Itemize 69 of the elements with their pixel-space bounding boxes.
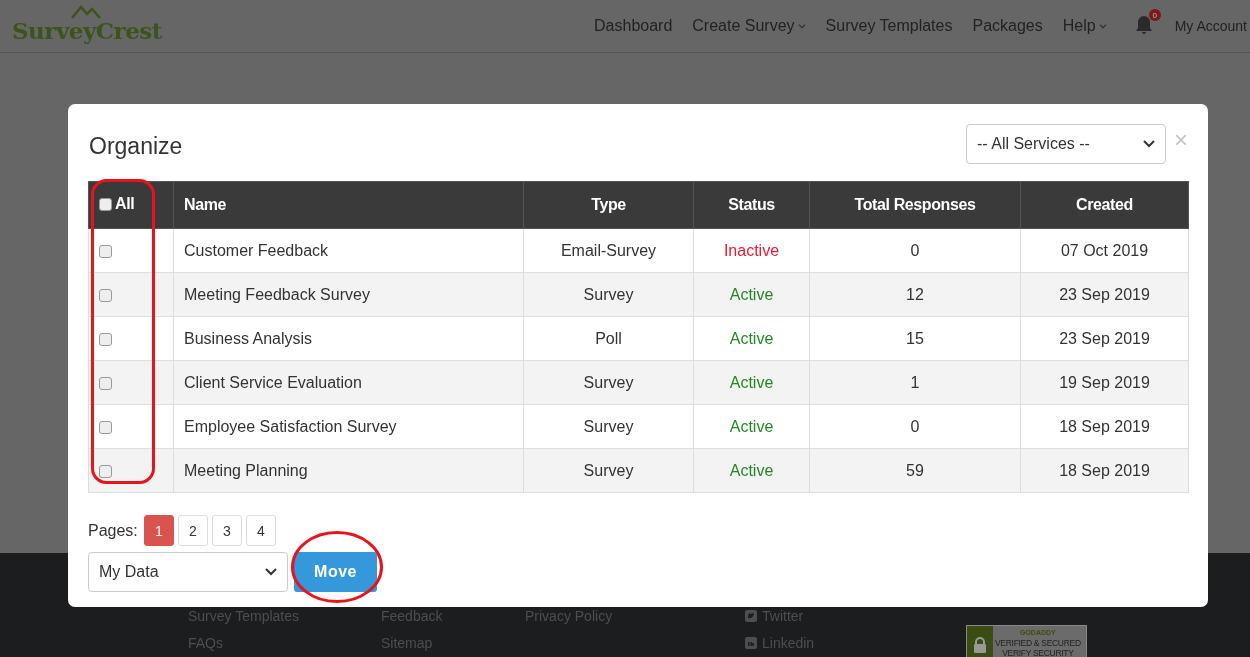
table-cell: Survey	[523, 360, 694, 405]
table-cell: Business Analysis	[173, 316, 524, 361]
badge-subtitle: VERIFY SECURITY	[1002, 648, 1074, 657]
nav-link[interactable]: Survey Templates	[825, 17, 953, 35]
table-cell: 23 Sep 2019	[1020, 272, 1189, 317]
status-cell: Inactive	[693, 228, 810, 273]
destination-select[interactable]: My Data	[88, 552, 288, 592]
account-menu[interactable]: My Account	[1174, 18, 1250, 34]
table-cell: Survey	[523, 404, 694, 449]
column-header: Total Responses	[809, 181, 1021, 229]
row-checkbox[interactable]	[99, 288, 112, 302]
linkedin-icon	[745, 637, 757, 649]
status-cell: Active	[693, 448, 810, 493]
table-cell: 15	[809, 316, 1021, 361]
table-cell: 0	[809, 228, 1021, 273]
mountain-icon	[70, 4, 102, 19]
logo[interactable]: SurveyCrest	[12, 8, 162, 44]
table-cell: Survey	[523, 272, 694, 317]
bird-icon	[745, 610, 757, 622]
table-cell: Client Service Evaluation	[173, 360, 524, 405]
table-cell: 0	[809, 404, 1021, 449]
dialog-title: Organize	[89, 132, 183, 160]
column-header: Status	[693, 181, 810, 229]
table-cell: Meeting Planning	[173, 448, 524, 493]
table-cell: 23 Sep 2019	[1020, 316, 1189, 361]
status-cell: Active	[693, 316, 810, 361]
nav-link[interactable]: Packages	[972, 17, 1043, 35]
nav-link[interactable]: Help	[1062, 17, 1107, 35]
table-cell: Meeting Feedback Survey	[173, 272, 524, 317]
column-header: Type	[523, 181, 694, 229]
page-button[interactable]: 1	[143, 515, 174, 546]
table-cell: Poll	[523, 316, 694, 361]
select-all-checkbox[interactable]: All	[99, 195, 135, 214]
table-cell: 18 Sep 2019	[1020, 448, 1189, 493]
table-cell: Customer Feedback	[173, 228, 524, 273]
table-cell: 12	[809, 272, 1021, 317]
table-cell: Survey	[523, 448, 694, 493]
nav-link[interactable]: Create Survey	[692, 17, 806, 35]
table-cell: 1	[809, 360, 1021, 405]
column-header: Created	[1020, 181, 1189, 229]
close-button[interactable]: ×	[1174, 126, 1188, 154]
page-button[interactable]: 3	[211, 515, 242, 546]
chevron-down-icon	[265, 568, 277, 576]
bell-icon[interactable]	[1134, 15, 1153, 35]
pages-label: Pages:	[88, 521, 138, 540]
status-cell: Active	[693, 360, 810, 405]
row-checkbox[interactable]	[99, 244, 112, 258]
status-cell: Active	[693, 404, 810, 449]
table-cell: 19 Sep 2019	[1020, 360, 1189, 405]
row-checkbox[interactable]	[99, 376, 112, 390]
notification-count: 0	[1148, 9, 1161, 21]
row-checkbox[interactable]	[99, 332, 112, 346]
service-select[interactable]: -- All Services --	[966, 124, 1166, 164]
move-button[interactable]: Move	[294, 552, 377, 592]
table-cell: 59	[809, 448, 1021, 493]
lock-icon	[973, 637, 987, 653]
table-cell: Employee Satisfaction Survey	[173, 404, 524, 449]
table-cell: 18 Sep 2019	[1020, 404, 1189, 449]
table-cell: 07 Oct 2019	[1020, 228, 1189, 273]
badge-title: VERIFIED & SECURED	[995, 638, 1081, 648]
page-button[interactable]: 4	[245, 515, 276, 546]
row-checkbox[interactable]	[99, 464, 112, 478]
page-button[interactable]: 2	[177, 515, 208, 546]
column-header: Name	[173, 181, 524, 229]
table-cell: Email-Survey	[523, 228, 694, 273]
status-cell: Active	[693, 272, 810, 317]
row-checkbox[interactable]	[99, 420, 112, 434]
nav-link[interactable]: Dashboard	[594, 17, 673, 35]
chevron-down-icon	[1143, 140, 1155, 148]
